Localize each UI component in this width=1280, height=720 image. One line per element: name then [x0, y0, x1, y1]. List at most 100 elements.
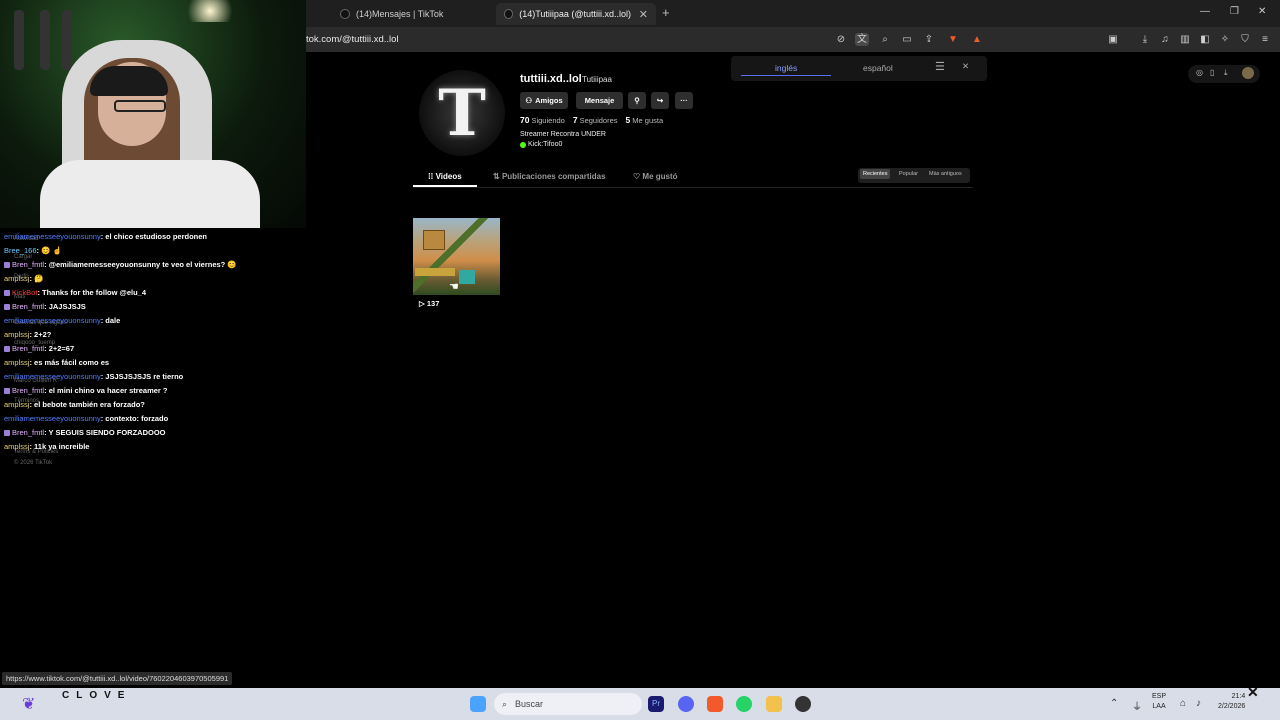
tab-mensajes[interactable]: (14)Mensajes | TikTok [332, 3, 492, 25]
file-explorer-icon[interactable] [766, 696, 782, 712]
premiere-icon[interactable]: Pr [648, 696, 664, 712]
close-window-button[interactable]: ✕ [1258, 6, 1266, 17]
sort-recent[interactable]: Recientes [860, 169, 891, 179]
overlay-close-icon[interactable]: ✕ [1247, 684, 1259, 701]
brave-rewards-icon[interactable]: ▲ [970, 33, 984, 46]
whatsapp-icon[interactable] [736, 696, 752, 712]
chat-username[interactable]: amplssj [4, 440, 29, 454]
close-tab-icon[interactable]: ✕ [639, 8, 648, 21]
chat-message: amplssj: el bebote también era forzado? [4, 398, 304, 412]
search-placeholder: Buscar [515, 699, 544, 709]
minimize-button[interactable]: — [1200, 6, 1210, 17]
chat-username[interactable]: Bren_fmtl [12, 384, 44, 398]
add-friend-button[interactable]: ⚲ [628, 92, 646, 109]
mic-icon[interactable]: ⏚ [1132, 698, 1142, 713]
chat-username[interactable]: Bree_166 [4, 244, 37, 258]
chat-username[interactable]: Bren_fmtl [12, 426, 44, 440]
volume-icon[interactable]: ♪ [1196, 698, 1201, 709]
chat-username[interactable]: amplssj [4, 398, 29, 412]
chat-badge-icon [4, 388, 10, 394]
views-count: 137 [426, 299, 440, 308]
share-profile-button[interactable]: ↪ [651, 92, 669, 109]
sidebar-icon[interactable]: ▣ [1106, 33, 1120, 46]
translate-close-icon[interactable]: ✕ [962, 61, 969, 72]
tab-videos-label: Videos [435, 172, 462, 181]
clock-date: 2/2/2026 [1218, 703, 1246, 710]
new-tab-button[interactable]: + [662, 5, 670, 20]
language-indicator[interactable]: ESP LAA [1152, 692, 1166, 712]
no-cast-icon[interactable]: ⊘ [834, 33, 848, 46]
chat-text: : es más fácil como es [29, 358, 110, 367]
mini-toolbar: ◎ ▯ ⤓ [1188, 65, 1260, 83]
friends-button[interactable]: ⚇ Amigos [520, 92, 568, 109]
cast-icon[interactable]: ▭ [900, 33, 914, 46]
chat-username[interactable]: amplssj [4, 328, 29, 342]
following-stat[interactable]: 70 Siguiendo [520, 115, 565, 125]
obs-icon[interactable] [795, 696, 811, 712]
guitar-shape [62, 10, 72, 70]
tray-chevron-icon[interactable]: ⌃ [1110, 698, 1118, 709]
chat-username[interactable]: emiliamemesseeyouonsunny [4, 370, 101, 384]
share-icon[interactable]: ⇪ [922, 33, 936, 46]
chat-text: : 2+2? [29, 330, 52, 339]
leo-ai-icon[interactable]: ✧ [1218, 33, 1232, 46]
chat-message: Bren_fmtl: @emiliamemesseeyouonsunny te … [4, 258, 304, 272]
tab-videos[interactable]: ⁞⁞ Videos [428, 172, 462, 181]
chat-username[interactable]: emiliamemesseeyouonsunny [4, 412, 101, 426]
tab-profile[interactable]: (14)Tutiiipaa (@tuttiii.xd..lol) | Ti ✕ [496, 3, 656, 25]
chat-badge-icon [4, 290, 10, 296]
translate-menu-icon[interactable]: ☰ [935, 60, 945, 73]
download-icon[interactable]: ⤓ [1224, 68, 1228, 78]
brave-shield-icon[interactable]: ▼ [946, 33, 960, 46]
address-bar[interactable]: tok.com/@tuttiii.xd..lol [306, 34, 399, 45]
chat-username[interactable]: Bren_fmtl [12, 342, 44, 356]
restore-button[interactable]: ❐ [1230, 6, 1239, 17]
network-icon[interactable]: ⌂ [1180, 698, 1186, 709]
sort-oldest[interactable]: Más antiguos [929, 171, 962, 177]
tab-reposts[interactable]: ⇅ Publicaciones compartidas [493, 172, 606, 181]
menu-icon[interactable]: ≡ [1258, 33, 1272, 46]
profile-avatar[interactable]: T [419, 70, 505, 156]
video-thumbnail[interactable]: ☚ [413, 218, 500, 295]
video-card[interactable]: ☚ ▷ 137 [413, 218, 500, 312]
chat-username[interactable]: Bren_fmtl [12, 300, 44, 314]
sort-popular[interactable]: Popular [899, 171, 918, 177]
webcam-overlay [0, 0, 306, 228]
pinned-tabs-icon[interactable] [306, 3, 322, 25]
translate-source-lang[interactable]: inglés [775, 63, 797, 73]
profile-username: tuttiii.xd..lol [520, 73, 582, 85]
chat-username[interactable]: emiliamemesseeyouonsunny [4, 230, 101, 244]
profile-stats: 70 Siguiendo 7 Seguidores 5 Me gusta [520, 115, 663, 125]
media-icon[interactable]: ♫ [1158, 33, 1172, 46]
vpn-icon[interactable]: ⛉ [1238, 33, 1252, 46]
download-icon[interactable]: ⤓ [1138, 33, 1152, 46]
discord-icon[interactable] [678, 696, 694, 712]
phone-icon[interactable]: ▯ [1210, 68, 1214, 77]
brave-icon[interactable] [707, 696, 723, 712]
chat-username[interactable]: amplssj [4, 356, 29, 370]
chat-username[interactable]: emiliamemesseeyouonsunny [4, 314, 101, 328]
wallet-icon[interactable]: ◧ [1198, 33, 1212, 46]
lang-primary: ESP [1152, 693, 1167, 700]
tab-liked[interactable]: ♡ Me gustó [633, 172, 678, 181]
clock[interactable]: 21:4 2/2/2026 [1218, 692, 1245, 712]
chat-text: : dale [100, 316, 121, 325]
user-avatar[interactable] [1242, 67, 1254, 79]
taskbar-search[interactable]: ⌕ Buscar [494, 693, 642, 715]
guitar-shape [40, 10, 50, 70]
zoom-icon[interactable]: ⌕ [878, 33, 892, 46]
message-button[interactable]: Mensaje [576, 92, 623, 109]
more-options-button[interactable]: ··· [675, 92, 693, 109]
chat-username[interactable]: KickBot [12, 286, 37, 300]
chat-username[interactable]: amplssj [4, 272, 29, 286]
reader-icon[interactable]: ▥ [1178, 33, 1192, 46]
translate-target-lang[interactable]: español [863, 63, 893, 73]
camera-icon[interactable]: ◎ [1196, 68, 1203, 77]
profile-link[interactable]: Kick:Tifoo0 [520, 141, 562, 148]
chat-username[interactable]: Bren_fmtl [12, 258, 44, 272]
chat-message: amplssj: 11k ya increible [4, 440, 304, 454]
start-icon[interactable] [470, 696, 486, 712]
followers-stat[interactable]: 7 Seguidores [573, 115, 618, 125]
translate-icon[interactable]: 文 [855, 33, 869, 46]
ceiling-light [180, 0, 240, 22]
